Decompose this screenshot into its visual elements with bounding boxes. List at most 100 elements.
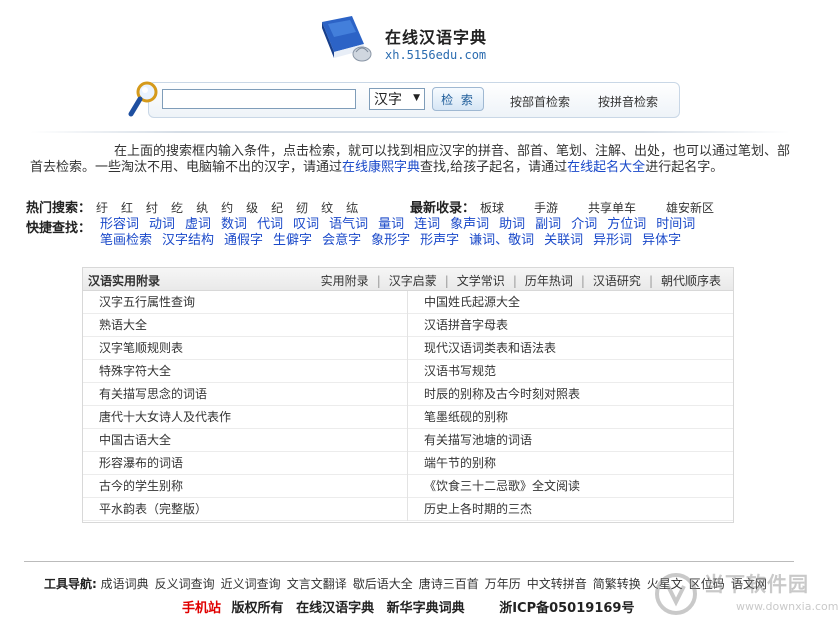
pinyin-search-link[interactable]: 按拼音检索 [598,93,658,110]
recent-item[interactable]: 手游 [534,201,558,215]
quick-link[interactable]: 量词 [378,217,404,232]
hot-search-item[interactable]: 纮 [346,201,358,215]
hot-search-item[interactable]: 纪 [271,201,283,215]
appendix-item[interactable]: 古今的学生别称 [83,475,407,498]
appendix-item[interactable]: 端午节的别称 [408,452,733,475]
quick-link[interactable]: 谦词、敬词 [469,233,534,248]
hot-search-item[interactable]: 约 [221,201,233,215]
appendix-item[interactable]: 有关描写思念的词语 [83,383,407,406]
appendix-item[interactable]: 特殊字符大全 [83,360,407,383]
appendix-tab[interactable]: 实用附录 [313,274,377,288]
appendix-item[interactable]: 平水韵表（完整版） [83,498,407,521]
quick-link[interactable]: 虚词 [185,217,211,232]
tool-link[interactable]: 反义词查询 [155,577,215,591]
appendix-item[interactable]: 汉字笔顺规则表 [83,337,407,360]
hot-search-item[interactable]: 红 [121,201,133,215]
magnifier-icon [128,81,158,117]
appendix-item[interactable]: 中国姓氏起源大全 [408,291,733,314]
appendix-item[interactable]: 有关描写池塘的词语 [408,429,733,452]
appendix-item[interactable]: 《饮食三十二忌歌》全文阅读 [408,475,733,498]
appendix-item[interactable]: 现代汉语词类表和语法表 [408,337,733,360]
tool-link[interactable]: 中文转拼音 [527,577,587,591]
quick-link[interactable]: 形容词 [100,217,139,232]
hot-search-item[interactable]: 纥 [171,201,183,215]
watermark-url: www.downxia.com [736,600,839,613]
appendix-item[interactable]: 历史上各时期的三杰 [408,498,733,521]
hot-search-item[interactable]: 纫 [296,201,308,215]
appendix-item[interactable]: 形容瀑布的词语 [83,452,407,475]
search-type-select[interactable]: 汉字 ▼ [369,88,425,110]
tool-link[interactable]: 文言文翻译 [287,577,347,591]
appendix-tab[interactable]: 朝代顺序表 [653,274,729,288]
quick-link[interactable]: 助词 [499,217,525,232]
appendix-tab[interactable]: 汉语研究 [585,274,649,288]
copyright-text: 版权所有 [231,601,284,616]
appendix-tab[interactable]: 文学常识 [449,274,513,288]
appendix-item[interactable]: 汉字五行属性查询 [83,291,407,314]
quick-link[interactable]: 副词 [535,217,561,232]
appendix-item[interactable]: 汉语拼音字母表 [408,314,733,337]
recent-item[interactable]: 板球 [480,201,504,215]
quick-find-label: 快捷查找： [26,221,92,236]
quick-link[interactable]: 象形字 [371,233,410,248]
hot-search-item[interactable]: 纣 [146,201,158,215]
hot-search-item[interactable]: 纨 [196,201,208,215]
radical-search-link[interactable]: 按部首检索 [510,93,570,110]
quick-link[interactable]: 笔画检索 [100,233,152,248]
appendix-item[interactable]: 时辰的别称及古今时刻对照表 [408,383,733,406]
appendix-item[interactable]: 笔墨纸砚的别称 [408,406,733,429]
quick-link[interactable]: 异形词 [593,233,632,248]
quick-link[interactable]: 关联词 [544,233,583,248]
quick-link[interactable]: 叹词 [293,217,319,232]
naming-link[interactable]: 在线起名大全 [567,160,645,175]
quick-link[interactable]: 通假字 [224,233,263,248]
hot-search-item[interactable]: 纹 [321,201,333,215]
quick-link[interactable]: 数词 [221,217,247,232]
appendix-right-column: 中国姓氏起源大全 汉语拼音字母表 现代汉语词类表和语法表 汉语书写规范 时辰的别… [408,291,733,521]
quick-find-links: 形容词 动词 虚词 数词 代词 叹词 语气词 量词 连词 象声词 助词 副词 介词 方位词 时间词笔画检索汉… [100,217,800,249]
copyright-row: 手机站 版权所有 在线汉语字典 新华字典词典 浙ICP备05019169号 [182,597,642,616]
quick-link[interactable]: 异体字 [642,233,681,248]
quick-link[interactable]: 会意字 [322,233,361,248]
hot-search-item[interactable]: 纡 [96,201,108,215]
quick-link[interactable]: 介词 [571,217,597,232]
hot-search-item[interactable]: 级 [246,201,258,215]
quick-link[interactable]: 连词 [414,217,440,232]
quick-link[interactable]: 语气词 [329,217,368,232]
appendix-item[interactable]: 唐代十大女诗人及代表作 [83,406,407,429]
search-button[interactable]: 检 索 [432,87,484,111]
appendix-title: 汉语实用附录 [88,274,161,288]
quick-link[interactable]: 代词 [257,217,283,232]
quick-link[interactable]: 方位词 [607,217,646,232]
tool-link[interactable]: 近义词查询 [221,577,281,591]
quick-link[interactable]: 汉字结构 [162,233,214,248]
quick-link[interactable]: 象声词 [450,217,489,232]
appendix-tab[interactable]: 历年热词 [517,274,581,288]
quick-link[interactable]: 生僻字 [273,233,312,248]
recent-item[interactable]: 共享单车 [588,201,636,215]
hot-search-row: 热门搜索： 纡红纣纥纨约级纪纫纹纮 最新收录： 板球 手游 共享单车 雄安新区 [26,197,806,216]
kangxi-dictionary-link[interactable]: 在线康熙字典 [342,160,420,175]
icp-number[interactable]: 浙ICP备05019169号 [499,601,634,616]
site-url[interactable]: xh.5156edu.com [385,48,486,62]
search-input[interactable] [162,89,356,109]
appendix-item[interactable]: 中国古语大全 [83,429,407,452]
hot-search-label: 热门搜索： [26,201,92,216]
site-name-2: 新华字典词典 [386,601,465,616]
appendix-tab[interactable]: 汉字启蒙 [381,274,445,288]
tool-link[interactable]: 简繁转换 [593,577,641,591]
tool-link[interactable]: 歇后语大全 [353,577,413,591]
tool-link[interactable]: 唐诗三百首 [419,577,479,591]
mobile-site-link[interactable]: 手机站 [182,601,221,616]
quick-link[interactable]: 动词 [149,217,175,232]
recent-item[interactable]: 雄安新区 [666,201,714,215]
tool-link[interactable]: 万年历 [485,577,521,591]
dictionary-book-icon [322,16,372,62]
quick-link[interactable]: 形声字 [420,233,459,248]
appendix-item[interactable]: 熟语大全 [83,314,407,337]
intro-text: 在上面的搜索框内输入条件，点击检索，就可以找到相应汉字的拼音、部首、笔划、注解、… [30,144,800,176]
tool-link[interactable]: 成语词典 [101,577,149,591]
appendix-panel: 汉语实用附录 实用附录 | 汉字启蒙 | 文学常识 | 历年热词 | 汉语研究 | 朝代顺序表 汉字… [82,267,734,523]
quick-link[interactable]: 时间词 [656,217,695,232]
appendix-item[interactable]: 汉语书写规范 [408,360,733,383]
